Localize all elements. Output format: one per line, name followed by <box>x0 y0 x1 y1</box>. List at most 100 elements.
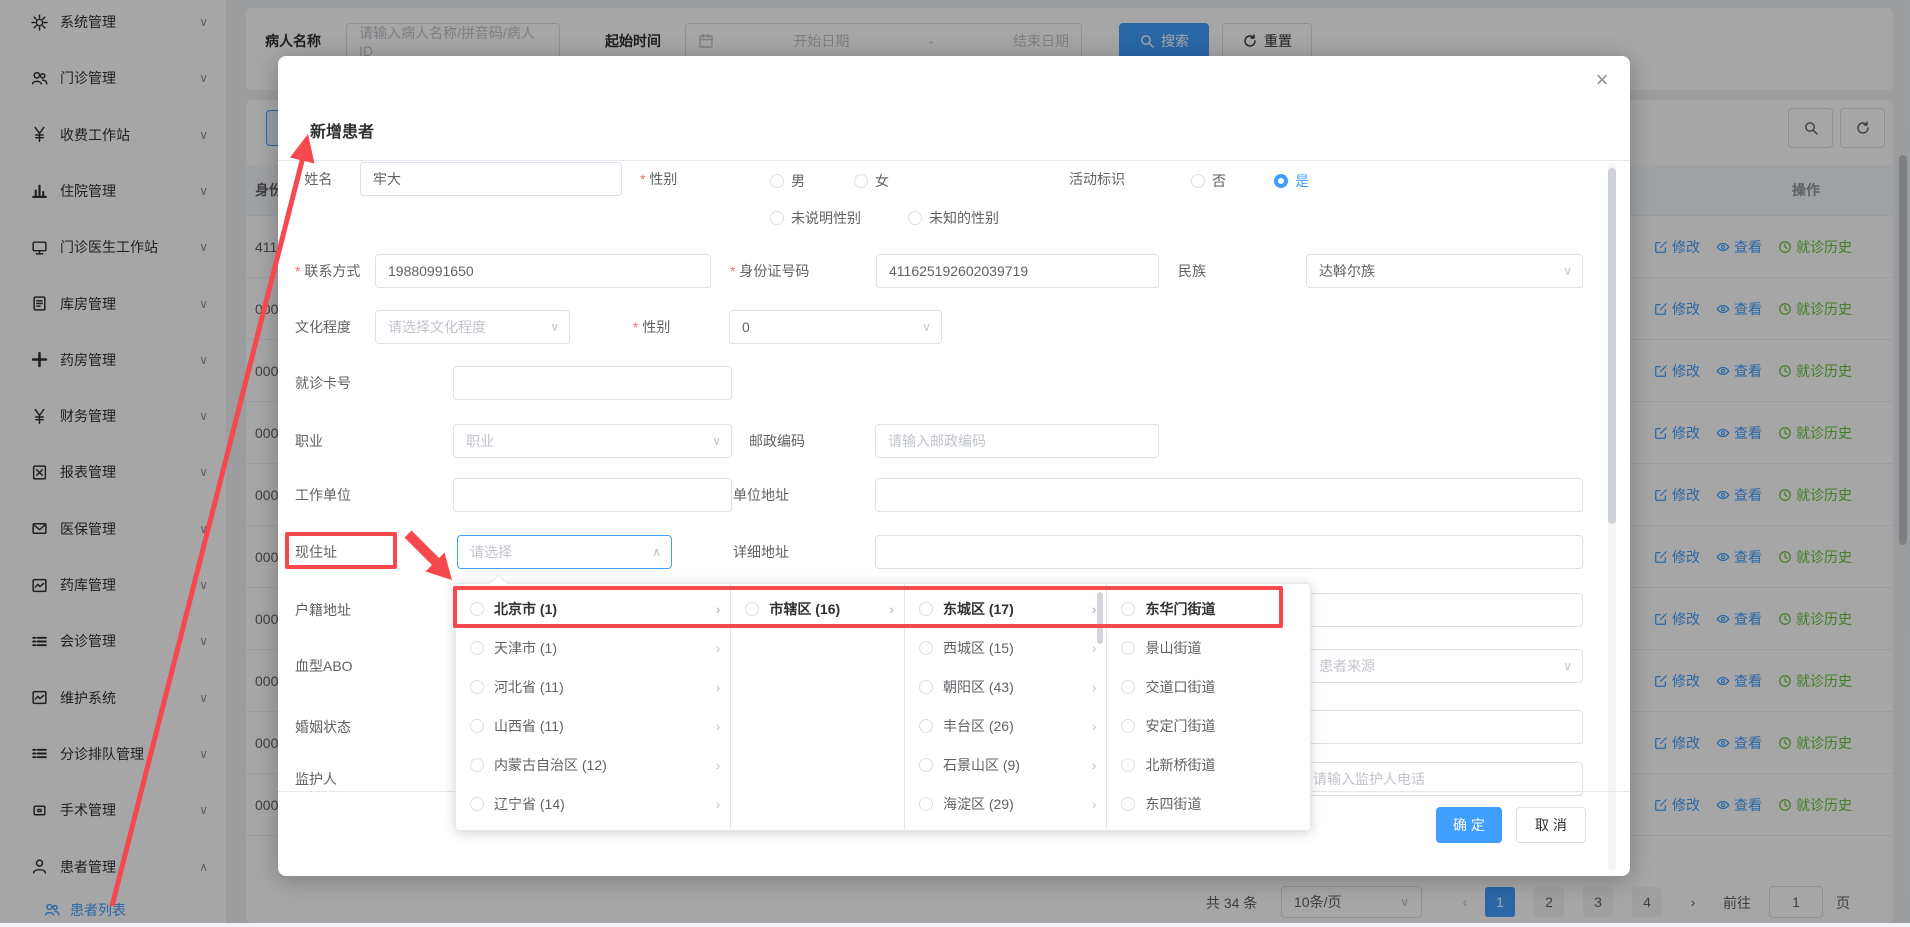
modal-header-divider <box>278 160 1630 161</box>
radio-icon[interactable] <box>919 680 933 694</box>
chevron-down-icon: ∨ <box>550 320 559 334</box>
blood-type-label: 血型ABO <box>295 649 353 683</box>
education-label: 文化程度 <box>295 310 351 344</box>
modal-scrollbar-thumb[interactable] <box>1608 168 1616 524</box>
current-address-cascader-select[interactable]: 请选择 ∧ <box>457 535 672 569</box>
chevron-right-icon: › <box>1092 640 1097 656</box>
cascader-option[interactable]: 海淀区 (29)› <box>905 784 1107 823</box>
visit-card-input[interactable] <box>453 366 732 400</box>
cascader-option[interactable]: 河北省 (11)› <box>456 667 730 706</box>
cascader-option[interactable]: 丰台区 (26)› <box>905 706 1107 745</box>
cascader-option[interactable]: 北新桥街道 <box>1107 745 1310 784</box>
chevron-right-icon: › <box>1092 796 1097 812</box>
gender-unknown-label: 未知的性别 <box>929 208 999 228</box>
detail-address-label: 详细地址 <box>733 535 789 569</box>
cascader-option[interactable]: 北京市 (1)› <box>456 589 730 628</box>
unit-address-input[interactable] <box>875 478 1583 512</box>
chevron-down-icon: ∨ <box>1563 659 1572 673</box>
radio-icon[interactable] <box>919 797 933 811</box>
marital-status-label: 婚姻状态 <box>295 710 351 744</box>
radio-icon[interactable] <box>745 602 759 616</box>
chevron-right-icon: › <box>1092 679 1097 695</box>
gender-label: 性别 <box>640 162 677 196</box>
cascader-option[interactable]: 东华门街道 <box>1107 589 1310 628</box>
cascader-scrollbar-thumb[interactable] <box>1097 592 1103 644</box>
cascader-option-label: 朝阳区 (43) <box>943 677 1092 697</box>
unit-address-label: 单位地址 <box>733 478 789 512</box>
gender-code-label: 性别 <box>633 310 670 344</box>
patient-source-select[interactable]: 患者来源 ∨ <box>1306 649 1583 683</box>
gender-code-value: 0 <box>742 319 750 335</box>
cascader-column-3: 东城区 (17)›西城区 (15)›朝阳区 (43)›丰台区 (26)›石景山区… <box>905 584 1108 830</box>
education-select[interactable]: 请选择文化程度 ∨ <box>375 310 570 344</box>
contact-input[interactable]: 19880991650 <box>375 254 711 288</box>
cascader-option[interactable]: 山西省 (11)› <box>456 706 730 745</box>
radio-icon[interactable] <box>1121 641 1135 655</box>
radio-icon[interactable] <box>470 719 484 733</box>
cascader-option[interactable]: 西城区 (15)› <box>905 628 1107 667</box>
radio-icon[interactable] <box>919 602 933 616</box>
work-unit-input[interactable] <box>453 478 732 512</box>
contact-label: 联系方式 <box>295 254 360 288</box>
gender-code-select[interactable]: 0 ∨ <box>729 310 942 344</box>
gender-radio-female[interactable]: 女 <box>854 171 889 191</box>
radio-icon[interactable] <box>919 758 933 772</box>
cascader-option-label: 内蒙古自治区 (12) <box>494 755 716 775</box>
active-flag-radio-no[interactable]: 否 <box>1191 171 1226 191</box>
radio-icon[interactable] <box>1121 680 1135 694</box>
gender-radio-unstated[interactable]: 未说明性别 <box>770 208 861 228</box>
confirm-button[interactable]: 确 定 <box>1436 807 1502 843</box>
detail-address-input[interactable] <box>875 535 1583 569</box>
chevron-right-icon: › <box>1092 601 1097 617</box>
gender-male-label: 男 <box>791 171 805 191</box>
gender-radio-male[interactable]: 男 <box>770 171 805 191</box>
cascader-option[interactable]: 辽宁省 (14)› <box>456 784 730 823</box>
cascader-option-label: 安定门街道 <box>1145 716 1300 736</box>
radio-icon[interactable] <box>470 680 484 694</box>
occupation-label: 职业 <box>295 424 323 458</box>
guardian-phone-placeholder: 请输入监护人电话 <box>1313 769 1425 789</box>
gender-radio-unknown[interactable]: 未知的性别 <box>908 208 999 228</box>
radio-icon[interactable] <box>470 797 484 811</box>
cascader-column-1: 北京市 (1)›天津市 (1)›河北省 (11)›山西省 (11)›内蒙古自治区… <box>456 584 731 830</box>
household-address-label: 户籍地址 <box>295 593 351 627</box>
chevron-right-icon: › <box>716 718 721 734</box>
occupation-select[interactable]: 职业 ∨ <box>453 424 732 458</box>
postal-code-placeholder: 请输入邮政编码 <box>888 431 986 451</box>
radio-icon[interactable] <box>1121 797 1135 811</box>
chevron-right-icon: › <box>716 796 721 812</box>
cancel-button[interactable]: 取 消 <box>1516 807 1586 843</box>
chevron-right-icon: › <box>716 601 721 617</box>
cascader-option-label: 市辖区 (16) <box>769 599 889 619</box>
radio-icon[interactable] <box>470 602 484 616</box>
radio-icon[interactable] <box>1121 758 1135 772</box>
cascader-option[interactable]: 交道口街道 <box>1107 667 1310 706</box>
cascader-option[interactable]: 东四街道 <box>1107 784 1310 823</box>
radio-icon[interactable] <box>919 641 933 655</box>
cascader-option[interactable]: 内蒙古自治区 (12)› <box>456 745 730 784</box>
cascader-option[interactable]: 朝阳区 (43)› <box>905 667 1107 706</box>
ethnicity-select[interactable]: 达斡尔族 ∨ <box>1306 254 1583 288</box>
radio-icon[interactable] <box>470 758 484 772</box>
gender-unstated-label: 未说明性别 <box>791 208 861 228</box>
cascader-option[interactable]: 东城区 (17)› <box>905 589 1107 628</box>
cascader-option[interactable]: 景山街道 <box>1107 628 1310 667</box>
ethnicity-label: 民族 <box>1178 254 1206 288</box>
radio-icon[interactable] <box>1121 719 1135 733</box>
radio-icon[interactable] <box>470 641 484 655</box>
cascader-option[interactable]: 石景山区 (9)› <box>905 745 1107 784</box>
close-icon[interactable]: × <box>1588 66 1616 94</box>
name-input[interactable]: 牢大 <box>360 162 622 196</box>
cascader-option[interactable]: 安定门街道 <box>1107 706 1310 745</box>
postal-code-input[interactable]: 请输入邮政编码 <box>875 424 1159 458</box>
id-number-input[interactable]: 411625192602039719 <box>876 254 1159 288</box>
cascader-option-label: 东城区 (17) <box>943 599 1092 619</box>
cascader-option-label: 西城区 (15) <box>943 638 1092 658</box>
cascader-option[interactable]: 市辖区 (16)› <box>731 589 904 628</box>
active-flag-yes-label: 是 <box>1295 171 1309 191</box>
radio-icon[interactable] <box>1121 602 1135 616</box>
patient-source-placeholder: 患者来源 <box>1319 656 1375 676</box>
cascader-option[interactable]: 天津市 (1)› <box>456 628 730 667</box>
radio-icon[interactable] <box>919 719 933 733</box>
active-flag-radio-yes[interactable]: 是 <box>1274 171 1309 191</box>
